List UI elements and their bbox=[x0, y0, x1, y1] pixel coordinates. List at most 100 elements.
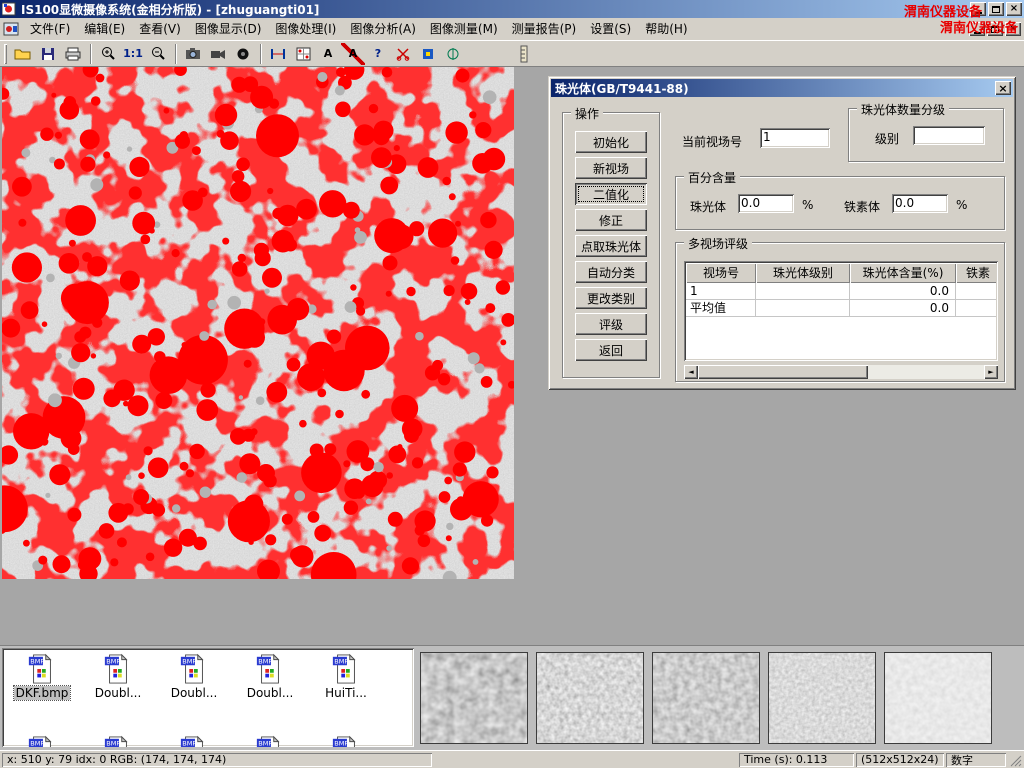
window-controls: × bbox=[970, 2, 1024, 16]
file-item[interactable]: DKF.bmp bbox=[10, 653, 74, 700]
operation-button[interactable]: 新视场 bbox=[575, 157, 647, 179]
operation-button[interactable]: 二值化 bbox=[575, 183, 647, 205]
thumbnail[interactable] bbox=[768, 652, 876, 744]
resize-grip[interactable] bbox=[1008, 753, 1022, 767]
print-icon[interactable] bbox=[61, 43, 85, 65]
thumbnail[interactable] bbox=[420, 652, 528, 744]
specimen-image[interactable] bbox=[2, 67, 514, 579]
operation-button[interactable]: 返回 bbox=[575, 339, 647, 361]
file-item[interactable]: Doubl... bbox=[162, 653, 226, 700]
bmp-file-icon bbox=[27, 735, 57, 747]
status-mode: 数字 bbox=[946, 753, 1006, 767]
thumbnail[interactable] bbox=[536, 652, 644, 744]
close-button[interactable]: × bbox=[1006, 2, 1022, 16]
ferrite-input[interactable]: 0.0 bbox=[892, 194, 948, 213]
menu-settings[interactable]: 设置(S) bbox=[583, 18, 638, 40]
child-minimize-button[interactable] bbox=[969, 22, 985, 36]
zoom-out-icon[interactable] bbox=[146, 43, 170, 65]
operation-button[interactable]: 自动分类 bbox=[575, 261, 647, 283]
file-item[interactable]: HuiTi... bbox=[314, 653, 378, 700]
thumbnail[interactable] bbox=[884, 652, 992, 744]
child-restore-button[interactable] bbox=[987, 22, 1003, 36]
scroll-track[interactable] bbox=[698, 365, 984, 379]
file-item-partial[interactable] bbox=[314, 735, 378, 747]
current-field-input[interactable]: 1 bbox=[760, 128, 830, 148]
child-close-button[interactable]: × bbox=[1005, 22, 1021, 36]
scroll-left-icon[interactable]: ◄ bbox=[684, 365, 698, 379]
measure-caliper-icon[interactable] bbox=[266, 43, 290, 65]
operation-button[interactable]: 点取珠光体 bbox=[575, 235, 647, 257]
text-tool-icon[interactable]: A bbox=[316, 43, 340, 65]
open-icon[interactable] bbox=[11, 43, 35, 65]
title-bar[interactable]: IS100显微摄像系统(金相分析版) - [zhuguangti01] × bbox=[0, 0, 1024, 18]
file-name: Doubl... bbox=[245, 686, 296, 700]
operation-button[interactable]: 更改类别 bbox=[575, 287, 647, 309]
pearlite-dialog: 珠光体(GB/T9441-88) × 操作 初始化 新视场 二值化 修正 点取珠… bbox=[548, 76, 1016, 390]
file-item[interactable]: Doubl... bbox=[238, 653, 302, 700]
scroll-right-icon[interactable]: ► bbox=[984, 365, 998, 379]
save-icon[interactable] bbox=[36, 43, 60, 65]
operation-button[interactable]: 初始化 bbox=[575, 131, 647, 153]
operation-button[interactable]: 修正 bbox=[575, 209, 647, 231]
capture-icon[interactable] bbox=[181, 43, 205, 65]
bmp-file-icon bbox=[255, 653, 285, 685]
menu-view[interactable]: 查看(V) bbox=[132, 18, 188, 40]
file-item[interactable]: Doubl... bbox=[86, 653, 150, 700]
menu-edit[interactable]: 编辑(E) bbox=[77, 18, 132, 40]
menu-image-analysis[interactable]: 图像分析(A) bbox=[343, 18, 423, 40]
operation-group-label: 操作 bbox=[571, 105, 603, 122]
menu-image-measure[interactable]: 图像测量(M) bbox=[423, 18, 505, 40]
maximize-icon bbox=[992, 6, 1000, 13]
grid-hscrollbar[interactable]: ◄ ► bbox=[684, 365, 998, 379]
cell: 1 bbox=[686, 283, 756, 300]
child-window-controls: × bbox=[969, 22, 1024, 36]
toolbar-grip[interactable] bbox=[4, 44, 7, 64]
status-bar: x: 510 y: 79 idx: 0 RGB: (174, 174, 174)… bbox=[0, 750, 1024, 768]
help-icon[interactable]: ? bbox=[366, 43, 390, 65]
zoom-in-icon[interactable] bbox=[96, 43, 120, 65]
maximize-button[interactable] bbox=[988, 2, 1004, 16]
measure-grid-icon[interactable] bbox=[291, 43, 315, 65]
actual-size-icon[interactable]: 1:1 bbox=[121, 43, 145, 65]
restore-icon bbox=[991, 26, 999, 33]
marker-icon[interactable] bbox=[416, 43, 440, 65]
file-name: Doubl... bbox=[93, 686, 144, 700]
minimize-button[interactable] bbox=[970, 2, 986, 16]
pearlite-input[interactable]: 0.0 bbox=[738, 194, 794, 213]
file-item-partial[interactable] bbox=[162, 735, 226, 747]
file-item-partial[interactable] bbox=[10, 735, 74, 747]
dialog-close-button[interactable]: × bbox=[995, 81, 1011, 95]
status-image-dimensions: (512x512x24) bbox=[856, 753, 944, 767]
ruler-icon[interactable] bbox=[512, 43, 536, 65]
menu-help[interactable]: 帮助(H) bbox=[638, 18, 694, 40]
table-row[interactable]: 平均值 0.0 bbox=[686, 300, 996, 317]
menu-file[interactable]: 文件(F) bbox=[23, 18, 77, 40]
thumbnail[interactable] bbox=[652, 652, 760, 744]
current-field-label: 当前视场号 bbox=[682, 133, 742, 150]
probe-icon[interactable] bbox=[441, 43, 465, 65]
cut-icon[interactable] bbox=[391, 43, 415, 65]
percent-sign: % bbox=[956, 198, 967, 212]
pearlite-label: 珠光体 bbox=[690, 198, 726, 215]
table-row[interactable]: 1 0.0 bbox=[686, 283, 996, 300]
grading-group: 珠光体数量分级 级别 bbox=[848, 108, 1004, 162]
video-camera-icon[interactable] bbox=[206, 43, 230, 65]
text-angle-icon[interactable]: A bbox=[341, 43, 365, 65]
menu-report[interactable]: 测量报告(P) bbox=[505, 18, 584, 40]
file-item-partial[interactable] bbox=[238, 735, 302, 747]
snapshot-icon[interactable] bbox=[231, 43, 255, 65]
grading-group-label: 珠光体数量分级 bbox=[857, 101, 949, 118]
percent-group-label: 百分含量 bbox=[684, 169, 740, 186]
file-item-partial[interactable] bbox=[86, 735, 150, 747]
menu-image-process[interactable]: 图像处理(I) bbox=[268, 18, 343, 40]
scroll-thumb[interactable] bbox=[698, 365, 868, 379]
ferrite-label: 铁素体 bbox=[844, 198, 880, 215]
dialog-title-bar[interactable]: 珠光体(GB/T9441-88) bbox=[551, 79, 1013, 97]
operation-button[interactable]: 评级 bbox=[575, 313, 647, 335]
level-input[interactable] bbox=[913, 126, 985, 145]
menu-image-display[interactable]: 图像显示(D) bbox=[188, 18, 269, 40]
bmp-file-icon bbox=[331, 653, 361, 685]
cell: 0.0 bbox=[850, 300, 956, 317]
child-window-icon[interactable] bbox=[3, 21, 19, 37]
toolbar-separator bbox=[260, 44, 262, 64]
